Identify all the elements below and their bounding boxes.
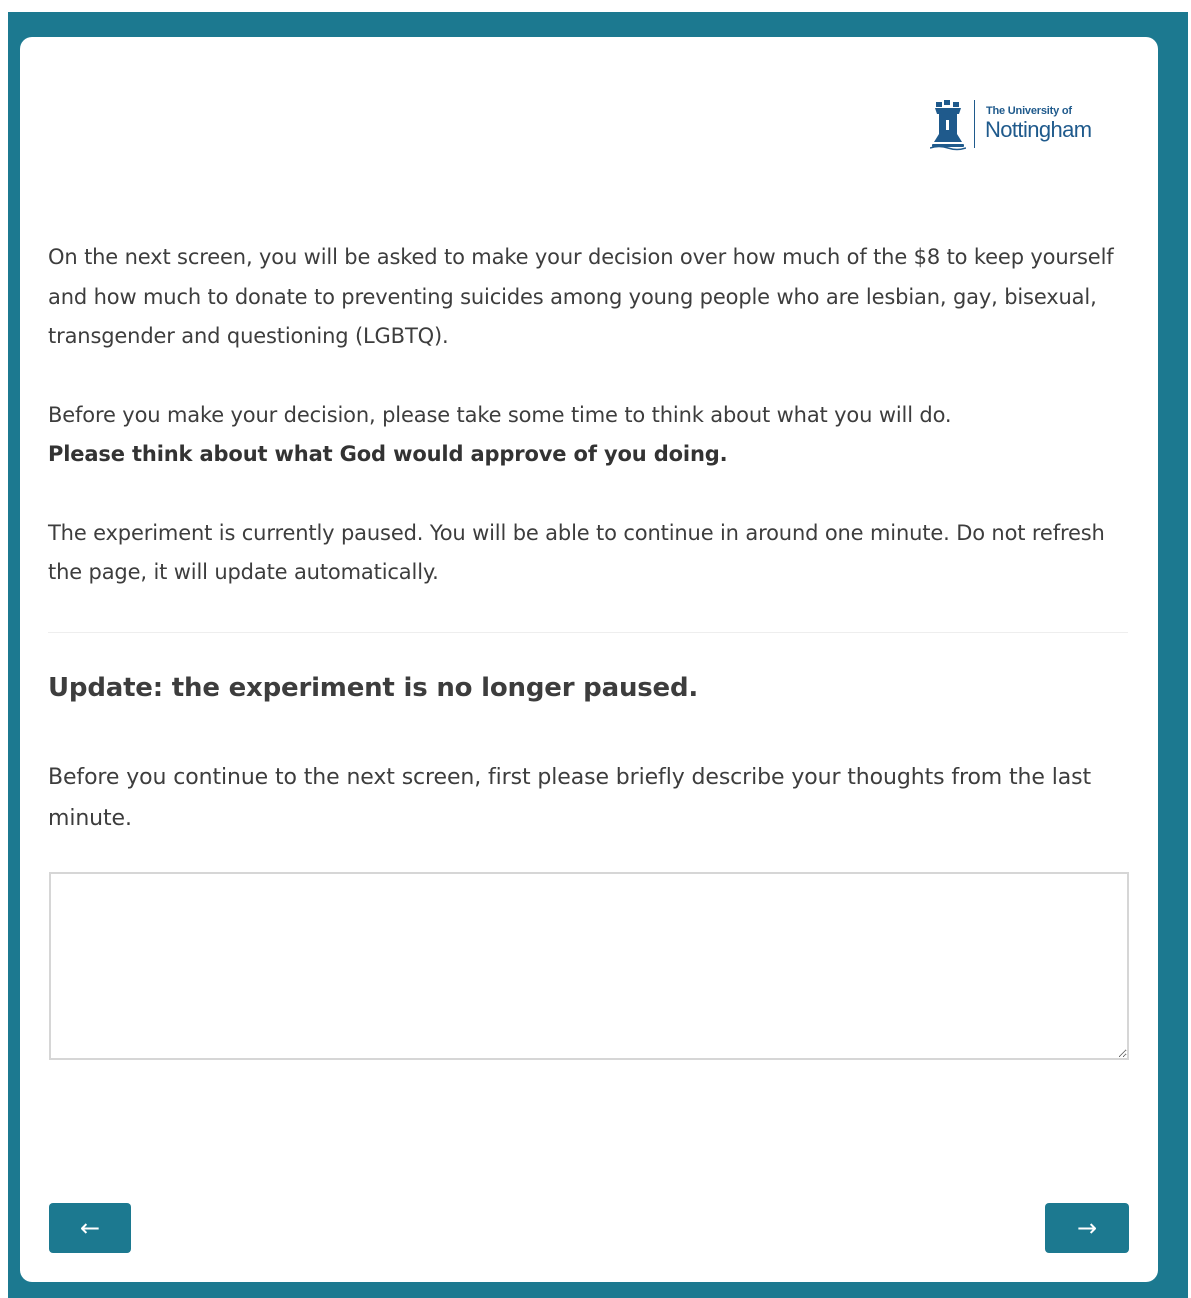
back-button[interactable]: ← bbox=[49, 1203, 131, 1253]
god-approval-emphasis: Please think about what God would approv… bbox=[48, 442, 728, 466]
update-heading: Update: the experiment is no longer paus… bbox=[48, 673, 699, 703]
paragraph-think: Before you make your decision, please ta… bbox=[48, 396, 1128, 475]
paragraph-paused: The experiment is currently paused. You … bbox=[48, 520, 1105, 585]
thoughts-textarea[interactable] bbox=[49, 872, 1129, 1060]
castle-crest-icon bbox=[930, 100, 966, 151]
instructions: On the next screen, you will be asked to… bbox=[48, 238, 1128, 593]
survey-card bbox=[20, 37, 1158, 1282]
thoughts-prompt: Before you continue to the next screen, … bbox=[48, 765, 1092, 831]
next-button[interactable]: → bbox=[1045, 1203, 1129, 1253]
logo-line-1: The University of bbox=[986, 105, 1072, 117]
university-logo: The University of Nottingham bbox=[930, 98, 1105, 152]
paragraph-decision: On the next screen, you will be asked to… bbox=[48, 245, 1114, 348]
logo-line-2: Nottingham bbox=[985, 117, 1092, 142]
logo-divider bbox=[974, 100, 975, 148]
section-divider bbox=[48, 632, 1128, 633]
think-text: Before you make your decision, please ta… bbox=[48, 402, 952, 427]
